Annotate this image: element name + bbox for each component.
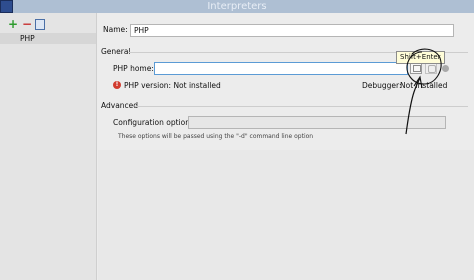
php-version-status: PHP version: Not installed xyxy=(124,81,221,90)
debugger-label: Debugger: xyxy=(362,81,402,90)
advanced-section-label: Advanced xyxy=(101,101,139,110)
name-field[interactable]: PHP xyxy=(130,24,454,37)
add-icon[interactable]: + xyxy=(8,18,18,30)
config-hint: These options will be passed using the "… xyxy=(118,133,314,140)
shortcut-tooltip: Shift+Enter xyxy=(396,51,445,64)
php-home-label: PHP home: xyxy=(113,64,154,73)
general-section-label: General xyxy=(101,47,131,56)
config-options-label: Configuration options: xyxy=(113,118,197,127)
remove-icon[interactable]: − xyxy=(22,18,32,30)
list-item-php[interactable]: PHP xyxy=(0,33,96,44)
info-icon xyxy=(428,65,436,73)
interpreter-list: PHP xyxy=(0,33,96,44)
window-title: Interpreters xyxy=(207,1,267,12)
advanced-divider xyxy=(135,106,468,107)
folder-icon xyxy=(413,65,421,72)
php-home-field[interactable] xyxy=(154,62,408,75)
error-icon: ! xyxy=(113,81,121,89)
content-empty-area xyxy=(98,150,474,280)
name-label: Name: xyxy=(103,25,128,34)
sidebar: + − PHP xyxy=(0,13,97,280)
debugger-value: Not installed xyxy=(400,81,448,90)
status-indicator xyxy=(442,65,449,72)
title-bar: Interpreters xyxy=(0,0,474,13)
copy-icon[interactable] xyxy=(35,19,45,30)
config-options-field[interactable] xyxy=(188,116,446,129)
